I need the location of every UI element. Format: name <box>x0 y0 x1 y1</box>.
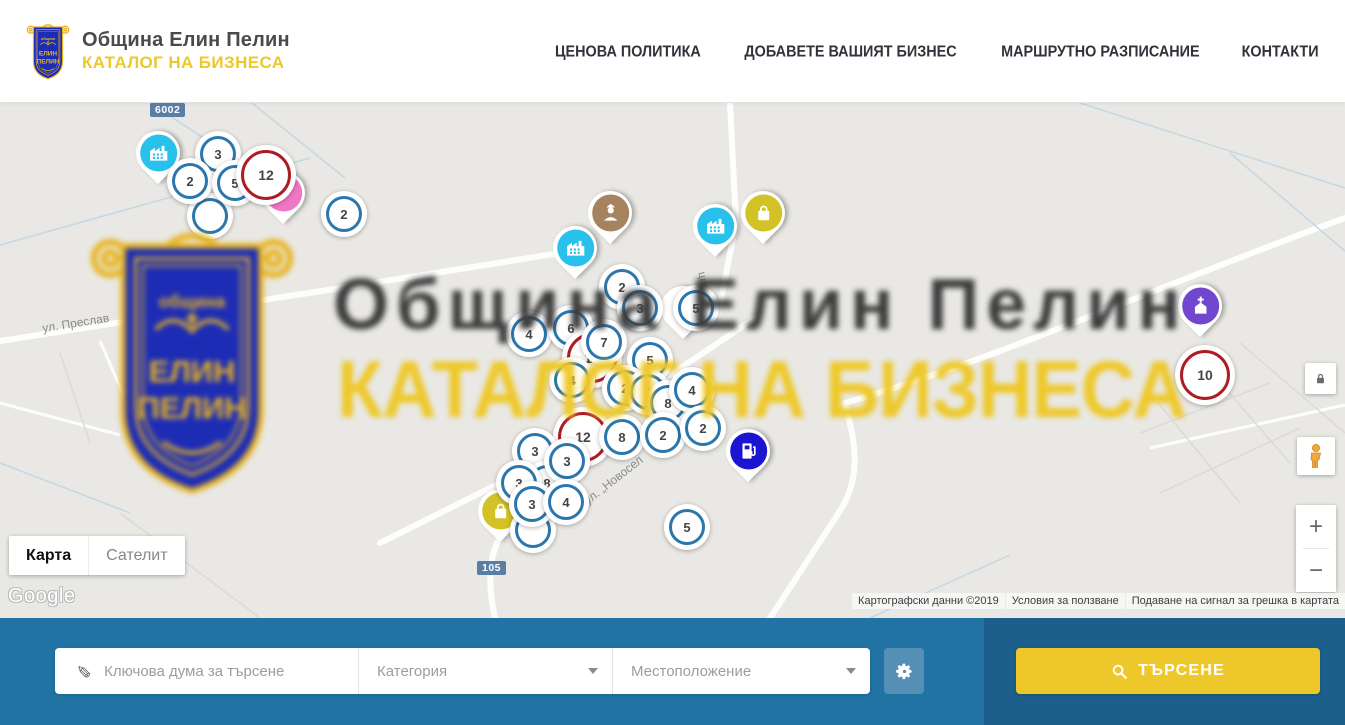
factory-icon <box>697 208 734 245</box>
worker-icon <box>592 195 629 232</box>
svg-text:ПЕЛИН: ПЕЛИН <box>37 58 60 65</box>
map-cluster-marker[interactable]: 10 <box>1175 345 1235 405</box>
cluster-count: 3 <box>528 497 535 512</box>
cluster-count: 5 <box>646 353 653 368</box>
bag-pin-marker[interactable] <box>732 182 794 244</box>
cluster-count: 3 <box>214 147 221 162</box>
location-select[interactable]: Местоположение <box>612 648 870 694</box>
chevron-down-icon <box>588 668 598 674</box>
map-cluster-marker[interactable]: 8 <box>599 414 645 460</box>
map-markers-layer: 3251222354613754278412822383334510 <box>0 103 1345 618</box>
cluster-count: 4 <box>688 383 695 398</box>
map-cluster-marker[interactable]: 3 <box>617 285 663 331</box>
lock-icon <box>1313 371 1328 386</box>
map-type-satellite-button[interactable]: Сателит <box>88 536 184 575</box>
map-cluster-marker[interactable]: 2 <box>321 191 367 237</box>
main-nav: ЦЕНОВА ПОЛИТИКА ДОБАВЕТЕ ВАШИЯТ БИЗНЕС М… <box>552 43 1320 60</box>
cluster-count: 7 <box>600 335 607 350</box>
map-cluster-marker[interactable]: 4 <box>549 357 595 403</box>
site-header: община ЕЛИН ПЕЛИН Община Елин Пелин КАТА… <box>0 0 1345 103</box>
location-select-value: Местоположение <box>631 663 846 680</box>
church-icon <box>1182 288 1219 325</box>
category-select-value: Категория <box>377 663 588 680</box>
zoom-control: + − <box>1296 505 1336 592</box>
cluster-count: 5 <box>692 301 699 316</box>
map-cluster-marker[interactable]: 4 <box>543 479 589 525</box>
map-cluster-marker[interactable]: 2 <box>167 158 213 204</box>
google-logo[interactable]: Google <box>8 585 76 608</box>
search-icon <box>1111 663 1128 680</box>
map-cluster-marker[interactable]: 5 <box>673 285 719 331</box>
cluster-count: 2 <box>186 174 193 189</box>
map-lock-button[interactable] <box>1305 363 1336 394</box>
church-pin-marker[interactable] <box>1169 275 1231 337</box>
cluster-count: 2 <box>659 428 666 443</box>
nav-route-schedule[interactable]: МАРШРУТНО РАЗПИСАНИЕ <box>1001 42 1199 60</box>
advanced-settings-button[interactable] <box>884 648 924 694</box>
search-action-panel: ТЪРСЕНЕ <box>984 618 1345 725</box>
street-view-pegman-button[interactable] <box>1297 437 1335 475</box>
map-cluster-marker[interactable]: 7 <box>581 319 627 365</box>
nav-add-business[interactable]: ДОБАВЕТЕ ВАШИЯТ БИЗНЕС <box>744 42 956 60</box>
map-attribution: Картографски данни ©2019 Условия за полз… <box>852 593 1345 609</box>
map-cluster-marker[interactable]: 2 <box>680 405 726 451</box>
pencil-icon: ✎ <box>72 663 93 678</box>
map-cluster-marker[interactable]: 4 <box>506 311 552 357</box>
category-select[interactable]: Категория <box>358 648 612 694</box>
search-button-label: ТЪРСЕНЕ <box>1138 662 1225 680</box>
cluster-count: 4 <box>568 373 575 388</box>
search-fields-panel: ✎ Категория Местоположение <box>0 618 984 725</box>
cluster-count: 12 <box>258 167 274 183</box>
map-type-switcher: Карта Сателит <box>9 536 185 575</box>
search-bar: ✎ Категория Местоположение <box>0 618 1345 725</box>
cluster-count: 3 <box>563 454 570 469</box>
cluster-count: 3 <box>531 444 538 459</box>
factory-pin-marker[interactable] <box>684 195 746 257</box>
map-cluster-marker[interactable]: 3 <box>544 438 590 484</box>
svg-text:ЕЛИН: ЕЛИН <box>39 50 58 57</box>
cluster-count: 2 <box>699 421 706 436</box>
attribution-report-link[interactable]: Подаване на сигнал за грешка в картата <box>1126 593 1345 609</box>
svg-text:община: община <box>41 37 56 41</box>
map-cluster-marker[interactable]: 12 <box>236 145 296 205</box>
cluster-count: 8 <box>618 430 625 445</box>
map-cluster-marker[interactable]: 5 <box>664 504 710 550</box>
keyword-input[interactable] <box>102 662 346 681</box>
site-title: Община Елин Пелин <box>82 29 290 53</box>
cluster-count: 5 <box>683 520 690 535</box>
cluster-count: 10 <box>1197 367 1213 383</box>
nav-contacts[interactable]: КОНТАКТИ <box>1241 42 1318 60</box>
search-button[interactable]: ТЪРСЕНЕ <box>1016 648 1320 694</box>
gear-icon <box>895 662 914 681</box>
map-cluster-marker[interactable]: 2 <box>640 412 686 458</box>
search-field-group: ✎ Категория Местоположение <box>55 648 870 694</box>
cluster-count: 2 <box>340 207 347 222</box>
site-logo[interactable]: община ЕЛИН ПЕЛИН Община Елин Пелин КАТА… <box>25 20 290 83</box>
attribution-terms-link[interactable]: Условия за ползване <box>1006 593 1125 609</box>
cluster-count: 4 <box>525 327 532 342</box>
cluster-count: 3 <box>636 301 643 316</box>
fuel-pin-marker[interactable] <box>717 420 779 482</box>
google-map[interactable]: ул. Преслав бул. „Новосел ции 105 6002 3… <box>0 103 1345 618</box>
zoom-in-button[interactable]: + <box>1296 505 1336 548</box>
attribution-data: Картографски данни ©2019 <box>852 593 1005 609</box>
map-type-map-button[interactable]: Карта <box>9 536 88 575</box>
fuel-icon <box>730 433 767 470</box>
site-subtitle: КАТАЛОГ НА БИЗНЕСА <box>82 53 290 73</box>
keyword-field[interactable]: ✎ <box>55 648 358 694</box>
chevron-down-icon <box>846 668 856 674</box>
factory-icon <box>557 230 594 267</box>
municipality-emblem-icon: община ЕЛИН ПЕЛИН <box>25 20 71 83</box>
zoom-out-button[interactable]: − <box>1296 549 1336 592</box>
cluster-count: 4 <box>562 495 569 510</box>
pegman-icon <box>1304 443 1328 469</box>
bag-icon <box>745 195 782 232</box>
nav-pricing[interactable]: ЦЕНОВА ПОЛИТИКА <box>555 42 701 60</box>
